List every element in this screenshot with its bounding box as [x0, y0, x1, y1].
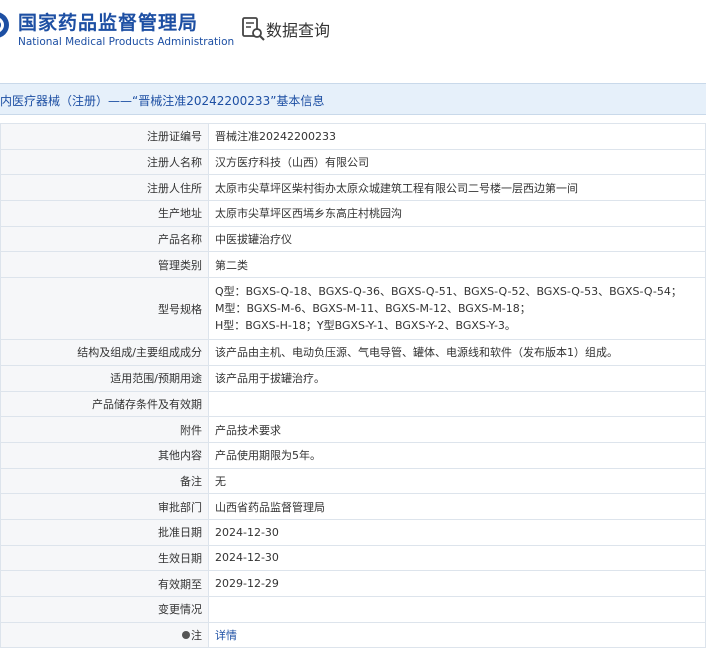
table-row: 注册证编号 晋械注准20242200233	[0, 123, 706, 150]
field-label: 注	[191, 629, 202, 643]
field-label: 产品名称	[0, 225, 209, 253]
field-label: 结构及组成/主要组成成分	[0, 339, 209, 366]
field-value: 太原市尖草坪区西墕乡东高庄村桃园沟	[208, 200, 706, 227]
detail-title-bar: 内医疗器械（注册）——“晋械注准20242200233”基本信息	[0, 83, 706, 115]
field-label: 备注	[0, 467, 209, 495]
table-row: 审批部门 山西省药品监督管理局	[0, 493, 706, 520]
table-row: 产品储存条件及有效期	[0, 390, 706, 418]
field-label: 附件	[0, 416, 209, 443]
field-value	[208, 390, 706, 418]
field-value: 产品技术要求	[208, 416, 706, 443]
field-value: 2024-12-30	[208, 544, 706, 572]
table-row: 备注 无	[0, 467, 706, 495]
field-label: 注册证编号	[0, 123, 209, 150]
table-row: 结构及组成/主要组成成分 该产品由主机、电动负压源、气电导管、罐体、电源线和软件…	[0, 339, 706, 366]
field-label: 其他内容	[0, 441, 209, 469]
model-spec-line: H型：BGXS-H-18；Y型BGXS-Y-1、BGXS-Y-2、BGXS-Y-…	[215, 319, 516, 333]
field-value: 产品使用期限为5年。	[208, 441, 706, 469]
site-header: 国家药品监督管理局 National Medical Products Admi…	[0, 0, 707, 70]
table-row: 型号规格 Q型：BGXS-Q-18、BGXS-Q-36、BGXS-Q-51、BG…	[0, 277, 706, 341]
field-value: 中医拔罐治疗仪	[208, 225, 706, 253]
table-row: 适用范围/预期用途 该产品用于拔罐治疗。	[0, 364, 706, 392]
table-row: 生产地址 太原市尖草坪区西墕乡东高庄村桃园沟	[0, 200, 706, 227]
table-row: 注 详情	[0, 621, 706, 649]
table-row: 注册人住所 太原市尖草坪区柴村街办太原众城建筑工程有限公司二号楼一层西边第一间	[0, 174, 706, 202]
field-value: 汉方医疗科技（山西）有限公司	[208, 148, 706, 176]
model-spec-line: M型：BGXS-M-6、BGXS-M-11、BGXS-M-12、BGXS-M-1…	[215, 302, 531, 316]
data-query-icon	[242, 17, 265, 41]
field-value: 详情	[208, 621, 706, 649]
data-query-link[interactable]: 数据查询	[266, 17, 330, 41]
model-spec-line: Q型：BGXS-Q-18、BGXS-Q-36、BGXS-Q-51、BGXS-Q-…	[215, 285, 682, 299]
field-value: 2029-12-29	[208, 570, 706, 597]
table-row: 产品名称 中医拔罐治疗仪	[0, 225, 706, 253]
field-label: 管理类别	[0, 251, 209, 279]
field-label: 型号规格	[0, 277, 209, 341]
field-label: 有效期至	[0, 570, 209, 597]
field-label: 注册人住所	[0, 174, 209, 202]
field-value-model-spec: Q型：BGXS-Q-18、BGXS-Q-36、BGXS-Q-51、BGXS-Q-…	[208, 277, 706, 341]
field-label: 生效日期	[0, 544, 209, 572]
field-value: 山西省药品监督管理局	[208, 493, 706, 520]
field-label: 产品储存条件及有效期	[0, 390, 209, 418]
table-row: 有效期至 2029-12-29	[0, 570, 706, 597]
field-label: 变更情况	[0, 596, 209, 623]
note-label-cell: 注	[0, 621, 209, 649]
emblem-icon	[0, 12, 9, 38]
field-value: 2024-12-30	[208, 518, 706, 546]
field-label: 批准日期	[0, 518, 209, 546]
detail-table: 注册证编号 晋械注准20242200233 注册人名称 汉方医疗科技（山西）有限…	[0, 123, 706, 649]
field-value: 该产品由主机、电动负压源、气电导管、罐体、电源线和软件（发布版本1）组成。	[208, 339, 706, 366]
field-value: 第二类	[208, 251, 706, 279]
table-row: 管理类别 第二类	[0, 251, 706, 279]
field-value: 无	[208, 467, 706, 495]
table-row: 附件 产品技术要求	[0, 416, 706, 443]
details-link[interactable]: 详情	[215, 629, 237, 642]
table-row: 注册人名称 汉方医疗科技（山西）有限公司	[0, 148, 706, 176]
field-value: 该产品用于拔罐治疗。	[208, 364, 706, 392]
field-label: 注册人名称	[0, 148, 209, 176]
field-value: 晋械注准20242200233	[208, 123, 706, 150]
table-row: 生效日期 2024-12-30	[0, 544, 706, 572]
field-label: 适用范围/预期用途	[0, 364, 209, 392]
field-label: 生产地址	[0, 200, 209, 227]
table-row: 批准日期 2024-12-30	[0, 518, 706, 546]
org-name-cn[interactable]: 国家药品监督管理局	[18, 8, 198, 35]
field-value	[208, 596, 706, 623]
field-value: 太原市尖草坪区柴村街办太原众城建筑工程有限公司二号楼一层西边第一间	[208, 174, 706, 202]
table-row: 变更情况	[0, 596, 706, 623]
note-icon	[182, 631, 190, 640]
org-name-en[interactable]: National Medical Products Administration	[18, 36, 234, 48]
table-row: 其他内容 产品使用期限为5年。	[0, 441, 706, 469]
page-title: 内医疗器械（注册）——“晋械注准20242200233”基本信息	[0, 94, 325, 108]
field-label: 审批部门	[0, 493, 209, 520]
